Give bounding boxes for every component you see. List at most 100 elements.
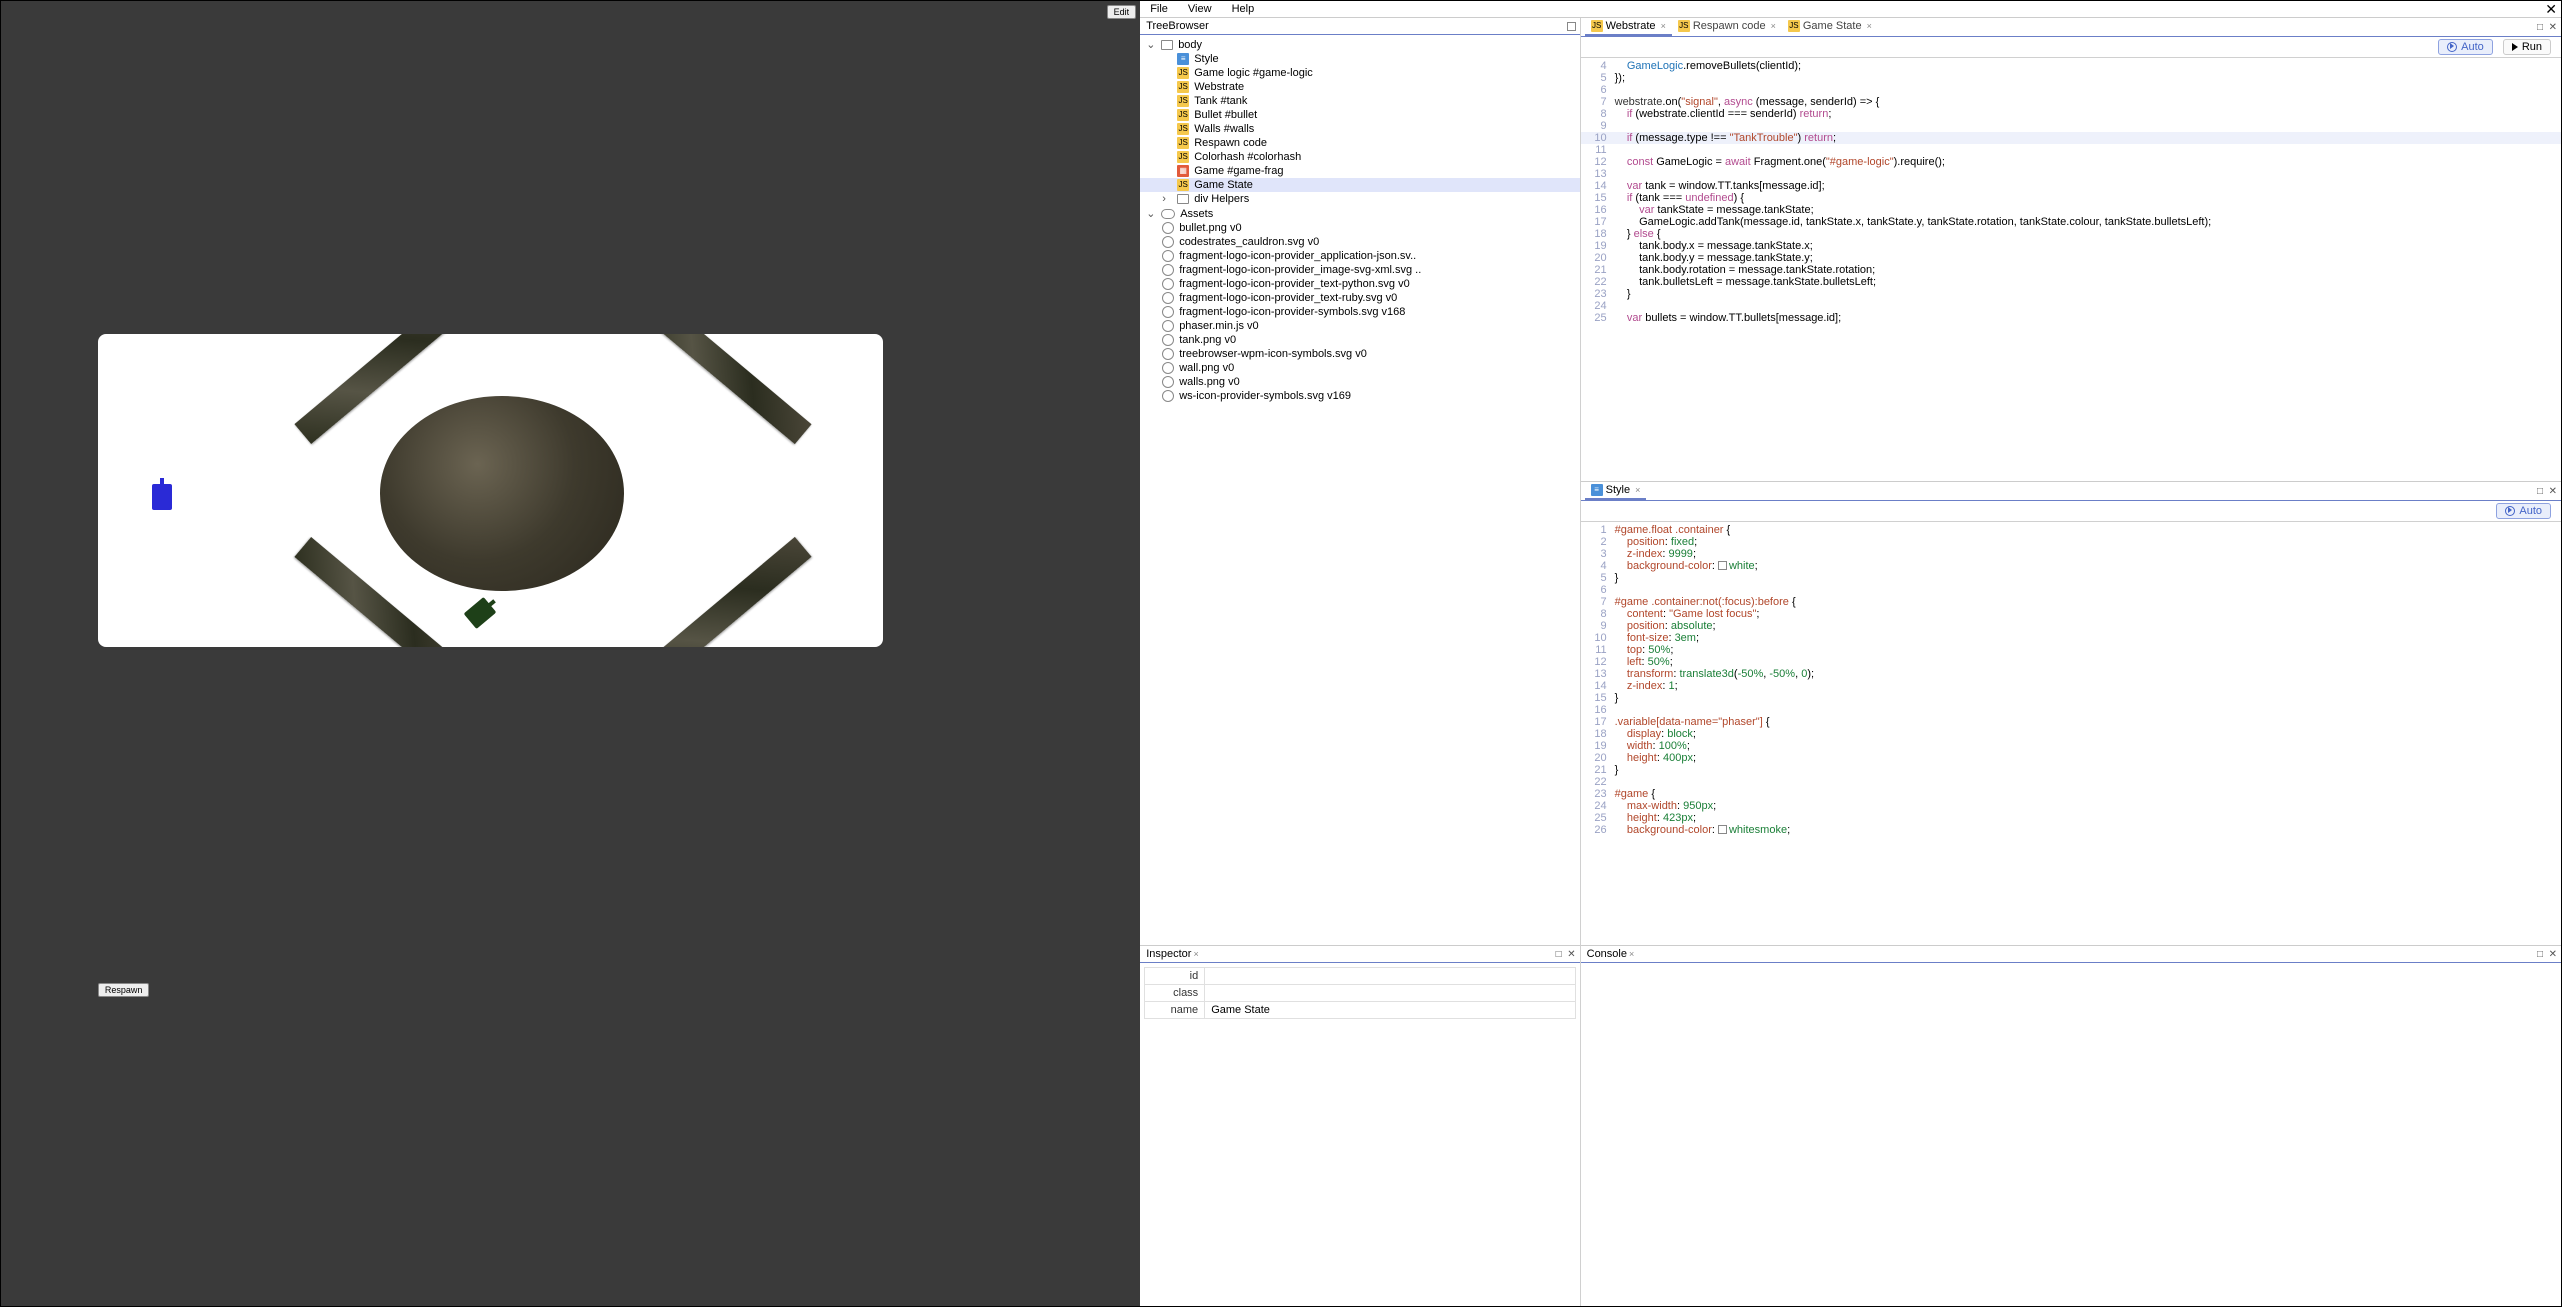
code-line[interactable]: 15 if (tank === undefined) { (1581, 192, 2561, 204)
code-line[interactable]: 21 tank.body.rotation = message.tankStat… (1581, 264, 2561, 276)
asset-item[interactable]: treebrowser-wpm-icon-symbols.svg v0 (1140, 347, 1579, 361)
code-line[interactable]: 7webstrate.on("signal", async (message, … (1581, 96, 2561, 108)
code-line[interactable]: 17.variable[data-name="phaser"] { (1581, 716, 2561, 728)
inspector-value[interactable] (1205, 968, 1574, 984)
code-line[interactable]: 11 (1581, 144, 2561, 156)
code-editor-mid[interactable]: 1#game.float .container {2 position: fix… (1581, 522, 2561, 945)
tree-item[interactable]: JS Game State (1140, 178, 1579, 192)
inspector-value[interactable] (1205, 985, 1574, 1001)
edit-button[interactable]: Edit (1107, 5, 1137, 19)
tree-item[interactable]: ≡ Style (1140, 52, 1579, 66)
tree-item[interactable]: JS Tank #tank (1140, 94, 1579, 108)
code-line[interactable]: 15} (1581, 692, 2561, 704)
auto-button[interactable]: Auto (2438, 39, 2493, 55)
tree-item[interactable]: ▦ Game #game-frag (1140, 164, 1579, 178)
close-icon[interactable]: ✕ (2549, 486, 2557, 497)
code-line[interactable]: 24 (1581, 300, 2561, 312)
editor-tab[interactable]: JSGame State× (1782, 18, 1878, 36)
close-tab-icon[interactable]: × (1867, 21, 1872, 31)
code-line[interactable]: 23#game { (1581, 788, 2561, 800)
chevron-down-icon[interactable]: ⌄ (1146, 38, 1156, 51)
maximize-icon[interactable]: □ (1556, 949, 1562, 960)
code-line[interactable]: 9 (1581, 120, 2561, 132)
tree-node-helpers[interactable]: › div Helpers (1140, 192, 1579, 206)
asset-item[interactable]: wall.png v0 (1140, 361, 1579, 375)
code-line[interactable]: 25 var bullets = window.TT.bullets[messa… (1581, 312, 2561, 324)
code-line[interactable]: 8 content: "Game lost focus"; (1581, 608, 2561, 620)
code-editor-top[interactable]: 4 GameLogic.removeBullets(clientId);5});… (1581, 58, 2561, 481)
code-line[interactable]: 18 } else { (1581, 228, 2561, 240)
asset-item[interactable]: fragment-logo-icon-provider_application-… (1140, 249, 1579, 263)
asset-item[interactable]: codestrates_cauldron.svg v0 (1140, 235, 1579, 249)
code-line[interactable]: 6 (1581, 84, 2561, 96)
code-line[interactable]: 5}); (1581, 72, 2561, 84)
close-icon[interactable]: ✕ (2549, 22, 2557, 33)
editor-tab[interactable]: ≡Style× (1585, 482, 1647, 500)
code-line[interactable]: 18 display: block; (1581, 728, 2561, 740)
console-body[interactable] (1581, 963, 2561, 1306)
code-line[interactable]: 20 tank.body.y = message.tankState.y; (1581, 252, 2561, 264)
asset-item[interactable]: tank.png v0 (1140, 333, 1579, 347)
close-icon[interactable]: ✕ (2549, 949, 2557, 960)
code-line[interactable]: 20 height: 400px; (1581, 752, 2561, 764)
code-line[interactable]: 24 max-width: 950px; (1581, 800, 2561, 812)
code-line[interactable]: 21} (1581, 764, 2561, 776)
asset-item[interactable]: fragment-logo-icon-provider_text-ruby.sv… (1140, 291, 1579, 305)
code-line[interactable]: 16 (1581, 704, 2561, 716)
close-icon[interactable]: ✕ (1567, 949, 1575, 960)
inspector-value[interactable]: Game State (1205, 1002, 1574, 1018)
asset-item[interactable]: bullet.png v0 (1140, 221, 1579, 235)
close-icon[interactable]: ✕ (2545, 1, 2557, 18)
code-line[interactable]: 14 z-index: 1; (1581, 680, 2561, 692)
close-tab-icon[interactable]: × (1771, 21, 1776, 31)
asset-item[interactable]: ws-icon-provider-symbols.svg v169 (1140, 389, 1579, 403)
code-line[interactable]: 14 var tank = window.TT.tanks[message.id… (1581, 180, 2561, 192)
code-line[interactable]: 2 position: fixed; (1581, 536, 2561, 548)
code-line[interactable]: 25 height: 423px; (1581, 812, 2561, 824)
chevron-down-icon[interactable]: ⌄ (1146, 207, 1156, 220)
maximize-icon[interactable]: □ (2537, 949, 2543, 960)
code-line[interactable]: 12 const GameLogic = await Fragment.one(… (1581, 156, 2561, 168)
run-button[interactable]: Run (2503, 39, 2551, 55)
code-line[interactable]: 1#game.float .container { (1581, 524, 2561, 536)
code-line[interactable]: 13 (1581, 168, 2561, 180)
tree-node-assets[interactable]: ⌄ Assets (1140, 206, 1579, 221)
game-canvas[interactable] (98, 334, 883, 647)
tree-item[interactable]: JS Walls #walls (1140, 122, 1579, 136)
asset-item[interactable]: fragment-logo-icon-provider_text-python.… (1140, 277, 1579, 291)
menu-view[interactable]: View (1188, 3, 1212, 15)
asset-item[interactable]: walls.png v0 (1140, 375, 1579, 389)
close-tab-icon[interactable]: × (1661, 21, 1666, 31)
tree-item[interactable]: JS Webstrate (1140, 80, 1579, 94)
code-line[interactable]: 8 if (webstrate.clientId === senderId) r… (1581, 108, 2561, 120)
code-line[interactable]: 17 GameLogic.addTank(message.id, tankSta… (1581, 216, 2561, 228)
respawn-button[interactable]: Respawn (98, 983, 150, 997)
code-line[interactable]: 23 } (1581, 288, 2561, 300)
auto-button[interactable]: Auto (2496, 503, 2551, 519)
code-line[interactable]: 3 z-index: 9999; (1581, 548, 2561, 560)
asset-item[interactable]: phaser.min.js v0 (1140, 319, 1579, 333)
close-tab-icon[interactable]: × (1635, 485, 1640, 495)
code-line[interactable]: 9 position: absolute; (1581, 620, 2561, 632)
code-line[interactable]: 19 tank.body.x = message.tankState.x; (1581, 240, 2561, 252)
code-line[interactable]: 4 background-color: white; (1581, 560, 2561, 572)
code-line[interactable]: 10 if (message.type !== "TankTrouble") r… (1581, 132, 2561, 144)
tree-node-body[interactable]: ⌄ body (1140, 37, 1579, 52)
tree-item[interactable]: JS Colorhash #colorhash (1140, 150, 1579, 164)
code-line[interactable]: 13 transform: translate3d(-50%, -50%, 0)… (1581, 668, 2561, 680)
editor-tab[interactable]: JSRespawn code× (1672, 18, 1782, 36)
code-line[interactable]: 22 (1581, 776, 2561, 788)
tree-item[interactable]: JS Game logic #game-logic (1140, 66, 1579, 80)
code-line[interactable]: 26 background-color: whitesmoke; (1581, 824, 2561, 836)
code-line[interactable]: 12 left: 50%; (1581, 656, 2561, 668)
code-line[interactable]: 4 GameLogic.removeBullets(clientId); (1581, 60, 2561, 72)
asset-item[interactable]: fragment-logo-icon-provider-symbols.svg … (1140, 305, 1579, 319)
code-line[interactable]: 10 font-size: 3em; (1581, 632, 2561, 644)
asset-item[interactable]: fragment-logo-icon-provider_image-svg-xm… (1140, 263, 1579, 277)
editor-tab[interactable]: JSWebstrate× (1585, 18, 1672, 36)
tree[interactable]: ⌄ body ≡ Style JS Game logic #game-logic… (1140, 35, 1579, 945)
menu-file[interactable]: File (1150, 3, 1168, 15)
code-line[interactable]: 19 width: 100%; (1581, 740, 2561, 752)
maximize-icon[interactable]: □ (2537, 22, 2543, 33)
chevron-right-icon[interactable]: › (1162, 193, 1172, 205)
